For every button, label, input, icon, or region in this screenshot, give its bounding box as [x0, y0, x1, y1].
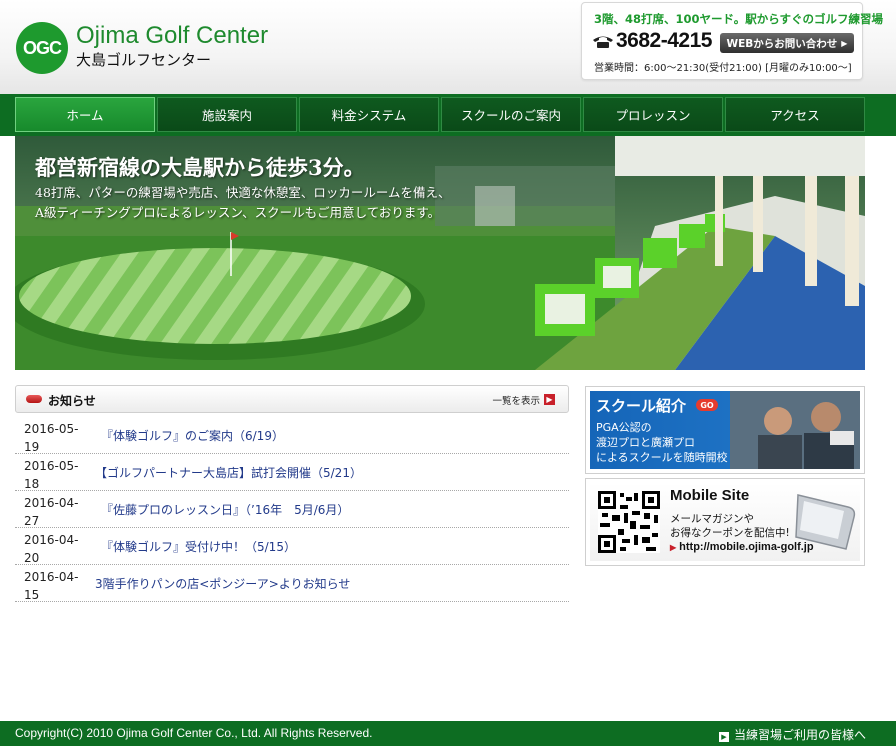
nav-access[interactable]: アクセス	[725, 97, 865, 132]
phone-number: 3682-4215	[616, 29, 712, 52]
mobile-site-url-text: http://mobile.ojima-golf.jp	[679, 541, 814, 553]
business-hours: 営業時間：6:00～21:30(受付21:00) [月曜のみ10:00～]	[594, 63, 852, 74]
arrow-right-icon: ▶	[841, 38, 848, 48]
copyright: Copyright(C) 2010 Ojima Golf Center Co.,…	[15, 726, 373, 740]
hero-description-line2: A級ティーチングプロによるレッスン、スクールもご用意しております。	[35, 205, 441, 220]
school-banner-title: スクール紹介	[596, 397, 687, 415]
news-date: 2016-05-18	[24, 459, 79, 491]
news-date: 2016-05-19	[24, 422, 79, 454]
mobile-site-banner[interactable]: Mobile Site メールマガジンや お得なクーポンを配信中! ▶ http:…	[585, 478, 865, 566]
news-link[interactable]: 『体験ゴルフ』受付け中！（5/15）	[101, 538, 296, 555]
instructor-photo	[730, 391, 860, 469]
news-view-all-link[interactable]: 一覧を表示	[492, 393, 540, 407]
news-title: お知らせ	[48, 394, 96, 408]
footer-notice-link[interactable]: ▶ 当練習場ご利用の皆様へ	[718, 726, 866, 743]
pill-icon	[26, 395, 42, 403]
triangle-right-icon: ▶	[670, 543, 677, 552]
news-item: 2016-04-27 『佐藤プロのレッスン日』（’16年 5月/6月）	[15, 492, 569, 528]
hero-description-line1: 48打席、パターの練習場や売店、快適な休憩室、ロッカールームを備え、	[35, 185, 451, 200]
site-name-jp: 大島ゴルフセンター	[76, 51, 212, 69]
web-inquiry-label: WEBからお問い合わせ	[726, 37, 838, 50]
footer: Copyright(C) 2010 Ojima Golf Center Co.,…	[0, 721, 896, 746]
qr-code-icon	[598, 491, 660, 553]
news-item: 2016-04-20 『体験ゴルフ』受付け中！（5/15）	[15, 529, 569, 565]
news-date: 2016-04-27	[24, 496, 79, 528]
news-date: 2016-04-15	[24, 570, 79, 602]
school-banner-line1: PGA公認の	[596, 421, 652, 434]
mobile-site-title: Mobile Site	[670, 487, 750, 504]
mobile-site-line2: お得なクーポンを配信中!	[670, 527, 790, 539]
nav-home[interactable]: ホーム	[15, 97, 155, 132]
contact-box: 3階、48打席、100ヤード。駅からすぐのゴルフ練習場 3682-4215 WE…	[581, 2, 883, 80]
news-link[interactable]: 【ゴルフパートナー大島店】試打会開催（5/21）	[95, 464, 362, 481]
go-badge: GO	[696, 399, 718, 411]
news-item: 2016-04-15 3階手作りパンの店<ポンジーア>よりお知らせ	[15, 566, 569, 602]
phone-icon	[593, 36, 613, 48]
arrow-right-icon: ▶	[718, 732, 729, 742]
hero-headline: 都営新宿線の大島駅から徒歩3分。	[35, 155, 365, 180]
news-header: お知らせ 一覧を表示 ▶	[15, 385, 569, 413]
footer-notice-label: 当練習場ご利用の皆様へ	[733, 728, 866, 742]
news-link[interactable]: 『体験ゴルフ』のご案内（6/19）	[101, 427, 284, 444]
web-inquiry-button[interactable]: WEBからお問い合わせ ▶	[720, 33, 854, 53]
school-banner[interactable]: スクール紹介 GO PGA公認の 渡辺プロと廣瀬プロ によるスクールを随時開校	[585, 386, 865, 474]
news-item: 2016-05-19 『体験ゴルフ』のご案内（6/19）	[15, 418, 569, 454]
contact-tagline: 3階、48打席、100ヤード。駅からすぐのゴルフ練習場	[594, 12, 884, 26]
news-item: 2016-05-18 【ゴルフパートナー大島店】試打会開催（5/21）	[15, 455, 569, 491]
news-date: 2016-04-20	[24, 533, 79, 565]
school-banner-line2: 渡辺プロと廣瀬プロ	[596, 436, 695, 449]
ogc-logo[interactable]: OGC	[16, 22, 68, 74]
site-name-en[interactable]: Ojima Golf Center	[76, 22, 268, 50]
mobile-site-url: ▶ http://mobile.ojima-golf.jp	[670, 541, 814, 553]
nav-school[interactable]: スクールのご案内	[441, 97, 581, 132]
nav-pricing[interactable]: 料金システム	[299, 97, 439, 132]
mobile-site-line1: メールマガジンや	[670, 513, 754, 525]
school-banner-line3: によるスクールを随時開校	[596, 451, 728, 464]
hero-banner: 都営新宿線の大島駅から徒歩3分。 48打席、パターの練習場や売店、快適な休憩室、…	[15, 136, 865, 370]
news-link[interactable]: 3階手作りパンの店<ポンジーア>よりお知らせ	[95, 575, 350, 592]
arrow-right-icon[interactable]: ▶	[544, 394, 555, 405]
main-nav: ホーム 施設案内 料金システム スクールのご案内 プロレッスン アクセス	[0, 94, 896, 136]
nav-facilities[interactable]: 施設案内	[157, 97, 297, 132]
news-link[interactable]: 『佐藤プロのレッスン日』（’16年 5月/6月）	[101, 501, 349, 518]
nav-pro-lesson[interactable]: プロレッスン	[583, 97, 723, 132]
news-list: 2016-05-19 『体験ゴルフ』のご案内（6/19） 2016-05-18 …	[15, 418, 569, 603]
